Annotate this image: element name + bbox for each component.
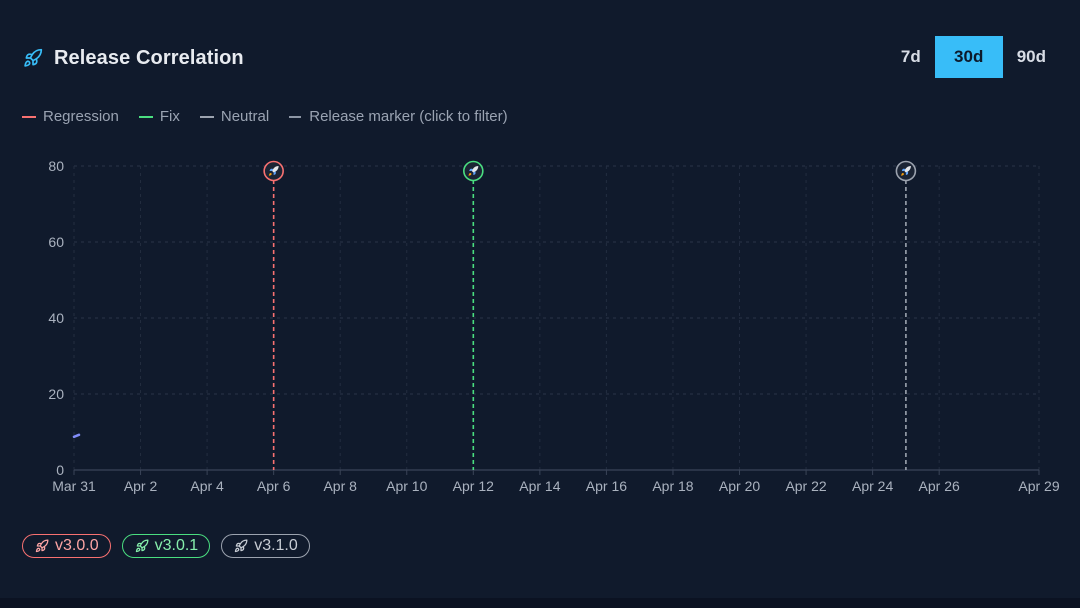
time-range-selector: 7d 30d 90d	[887, 36, 1060, 78]
x-axis: Mar 31 Apr 2 Apr 4 Apr 6 Apr 8 Apr 10 Apr 12 Ap…	[52, 469, 1060, 494]
release-marker-v3-0-0[interactable]	[263, 160, 284, 471]
y-axis: 0 20 40 60 80	[48, 158, 64, 478]
legend-item-neutral: Neutral	[199, 108, 270, 125]
release-badge-v3-0-1[interactable]: v3.0.1	[121, 534, 211, 558]
marker-swatch	[289, 115, 302, 118]
x-tick-label: Apr 12	[453, 478, 494, 494]
x-tick-label: Apr 22	[785, 478, 826, 494]
x-tick-label: Apr 24	[852, 478, 893, 494]
legend: Regression Fix Neutral Release marker (c…	[22, 108, 528, 125]
rocket-icon	[35, 539, 49, 553]
legend-label-marker: Release marker (click to filter)	[309, 108, 508, 125]
x-tick-label: Apr 16	[586, 478, 627, 494]
release-markers-layer	[263, 160, 917, 471]
release-badge-v3-1-0[interactable]: v3.1.0	[221, 534, 310, 558]
x-tick-label: Apr 4	[190, 478, 224, 494]
x-tick-label: Apr 18	[652, 478, 693, 494]
release-badge-v3-0-0[interactable]: v3.0.0	[22, 534, 111, 558]
legend-label-regression: Regression	[43, 108, 119, 125]
range-30d-button[interactable]: 30d	[934, 36, 1003, 78]
chart-title: Release Correlation	[54, 46, 244, 69]
data-point	[72, 433, 81, 439]
x-tick-label: Apr 20	[719, 478, 760, 494]
range-7d-button[interactable]: 7d	[887, 36, 935, 78]
release-chart: 0 20 40 60 80 Mar 31 Apr 2 Apr 4 Apr 6 Apr 8 Apr …	[48, 158, 1060, 494]
fix-swatch	[138, 115, 153, 118]
x-tick-label: Mar 31	[52, 478, 96, 494]
y-tick-label: 20	[48, 386, 64, 402]
legend-item-fix: Fix	[138, 108, 180, 125]
legend-item-marker: Release marker (click to filter)	[289, 108, 508, 125]
x-tick-label: Apr 14	[519, 478, 560, 494]
neutral-swatch	[199, 115, 214, 118]
legend-label-neutral: Neutral	[220, 108, 270, 125]
release-badge-label: v3.0.0	[55, 537, 99, 554]
bottom-strip	[0, 598, 1080, 608]
regression-swatch	[22, 115, 36, 118]
y-tick-label: 40	[48, 310, 64, 326]
y-tick-label: 0	[56, 462, 64, 478]
release-badge-label: v3.0.1	[154, 537, 199, 554]
x-tick-label: Apr 8	[323, 478, 357, 494]
release-marker-v3-1-0[interactable]	[895, 160, 917, 471]
series-layer	[72, 433, 81, 439]
range-90d-button[interactable]: 90d	[1003, 36, 1060, 78]
x-tick-label: Apr 26	[919, 478, 960, 494]
x-tick-label: Apr 10	[386, 478, 427, 494]
x-tick-label: Apr 29	[1018, 478, 1059, 494]
release-marker-v3-0-1[interactable]	[463, 160, 484, 471]
release-badge-label: v3.1.0	[254, 537, 298, 554]
release-badges: v3.0.0 v3.0.1 v3.1.0	[22, 534, 321, 558]
legend-label-fix: Fix	[159, 108, 180, 125]
y-tick-label: 60	[48, 234, 64, 250]
chart-header: Release Correlation	[22, 44, 244, 72]
rocket-icon	[234, 539, 248, 553]
y-tick-label: 80	[48, 158, 64, 174]
chart-grid	[73, 165, 1040, 470]
x-tick-label: Apr 6	[257, 478, 291, 494]
x-tick-label: Apr 2	[124, 478, 158, 494]
legend-item-regression: Regression	[22, 108, 119, 125]
rocket-icon	[22, 47, 44, 69]
rocket-icon	[135, 539, 149, 553]
